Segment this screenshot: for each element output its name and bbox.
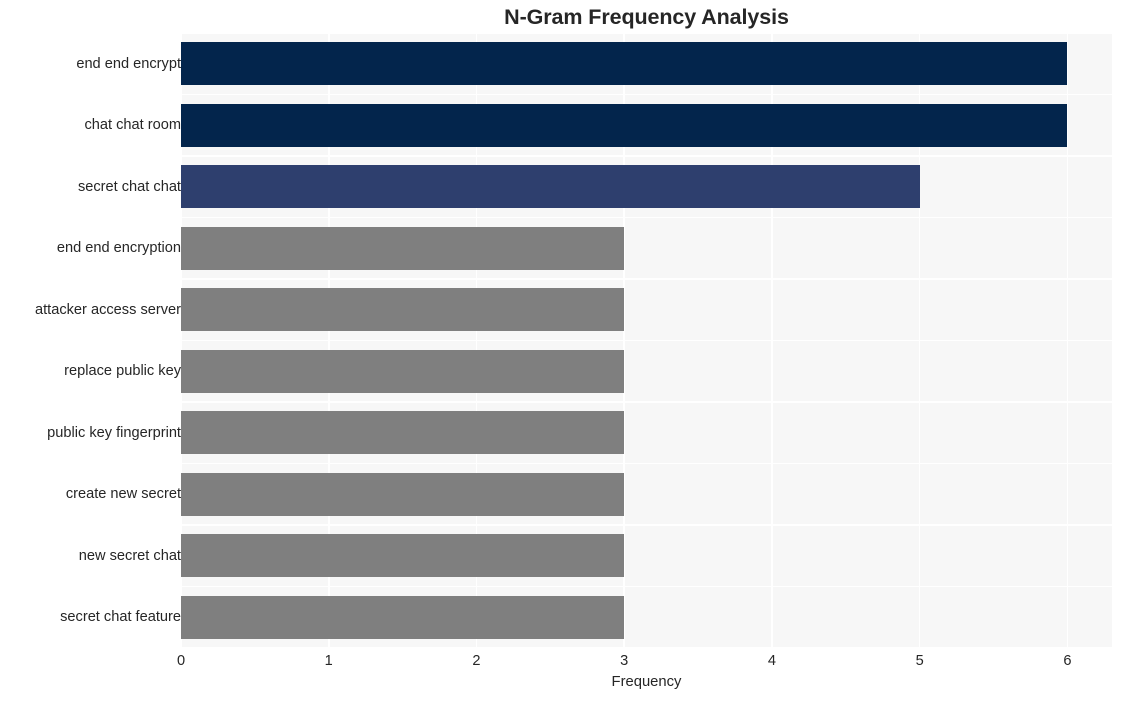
horizontal-gridline (181, 216, 1112, 219)
y-axis-tick-label: public key fingerprint (47, 424, 181, 441)
y-axis-tick-label: secret chat chat (77, 178, 181, 195)
bar (181, 42, 1068, 86)
horizontal-gridline (181, 585, 1112, 588)
y-axis-tick-label: end end encryption (56, 240, 181, 257)
horizontal-gridline (181, 524, 1112, 526)
y-axis-tick-labels: end end encrypt chat chat room secret chat… (0, 33, 181, 648)
bar (181, 595, 625, 639)
horizontal-gridline (181, 32, 1112, 34)
horizontal-gridline (181, 339, 1112, 342)
bar (181, 288, 625, 332)
chart-figure: N-Gram Frequency Analysis end end encryp… (0, 0, 1121, 701)
bar (181, 103, 1068, 147)
x-axis-tick-label: 0 (176, 653, 186, 669)
x-axis-label: Frequency (611, 674, 682, 690)
bar (181, 349, 625, 393)
bar (181, 472, 625, 516)
x-axis-tick-label: 2 (472, 653, 481, 669)
x-axis-tick-label: 5 (915, 653, 924, 669)
horizontal-gridline (181, 155, 1112, 157)
horizontal-gridline (181, 278, 1112, 280)
y-axis-tick-label: attacker access server (35, 301, 181, 318)
plot-area (180, 32, 1112, 649)
x-axis-tick-label: 6 (1063, 653, 1072, 669)
bar (181, 411, 625, 455)
y-axis-tick-label: chat chat room (84, 117, 181, 134)
y-axis-tick-label: end end encrypt (76, 55, 181, 72)
bar (181, 226, 625, 270)
horizontal-gridline (181, 93, 1112, 96)
x-axis-tick-label: 4 (767, 653, 776, 669)
horizontal-gridline (181, 401, 1112, 403)
chart-title: N-Gram Frequency Analysis (504, 5, 789, 29)
y-axis-tick-label: replace public key (64, 363, 181, 380)
x-axis-tick-label: 1 (324, 653, 333, 669)
y-axis-tick-label: secret chat feature (60, 609, 181, 626)
bar (181, 534, 625, 578)
y-axis-tick-label: new secret chat (78, 547, 181, 564)
bar (181, 165, 920, 209)
x-axis-tick-label: 3 (620, 653, 629, 669)
horizontal-gridline (181, 462, 1112, 465)
y-axis-tick-label: create new secret (65, 486, 181, 503)
